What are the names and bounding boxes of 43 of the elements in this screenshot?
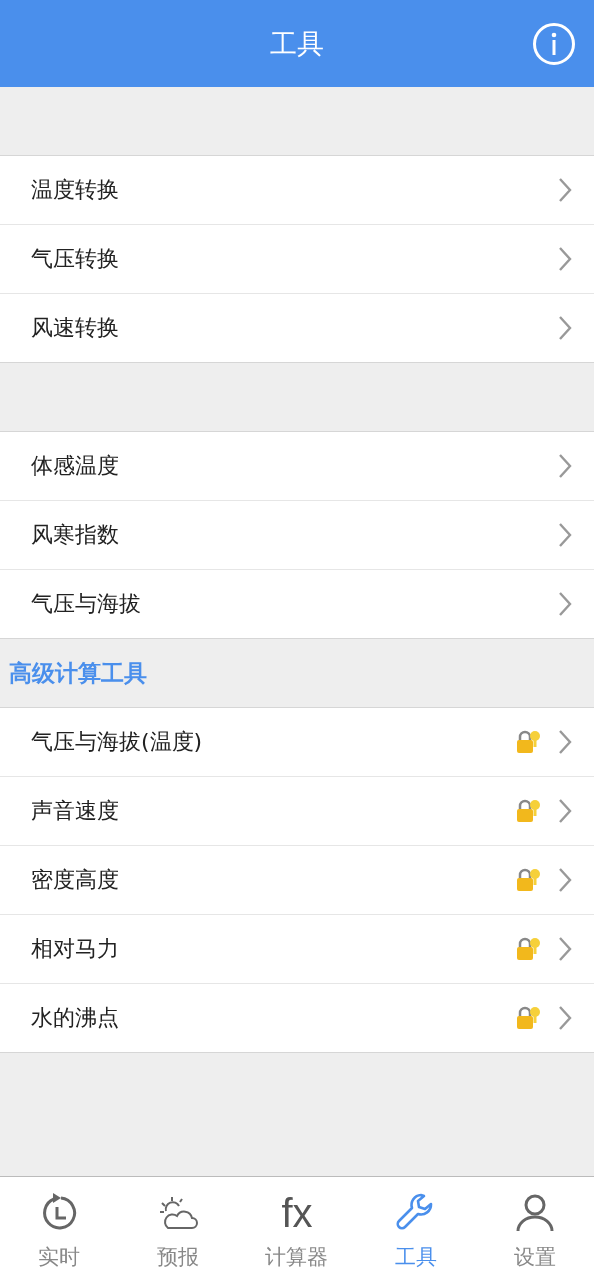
tool-row[interactable]: 风寒指数 bbox=[0, 500, 594, 569]
chevron-right-icon bbox=[558, 177, 572, 203]
chevron-right-icon bbox=[558, 936, 572, 962]
chevron-right-icon bbox=[558, 453, 572, 479]
tool-label: 声音速度 bbox=[31, 797, 120, 825]
fx-icon: fx bbox=[281, 1191, 313, 1235]
tool-label: 风速转换 bbox=[31, 314, 120, 342]
tool-row[interactable]: 气压与海拔 bbox=[0, 569, 594, 638]
tool-row[interactable]: 声音速度 bbox=[0, 776, 594, 845]
tool-label: 密度高度 bbox=[31, 866, 120, 894]
tab[interactable]: fx 计算器 bbox=[237, 1177, 357, 1280]
chevron-right-icon bbox=[558, 591, 572, 617]
page-title: 工具 bbox=[270, 26, 324, 61]
chevron-right-icon bbox=[558, 315, 572, 341]
chevron-right-icon bbox=[558, 246, 572, 272]
chevron-right-icon bbox=[558, 867, 572, 893]
sun-cloud-icon bbox=[158, 1195, 199, 1231]
section-heading: 高级计算工具 bbox=[8, 658, 148, 688]
tool-row[interactable]: 风速转换 bbox=[0, 293, 594, 362]
tab[interactable]: 设置 bbox=[475, 1177, 594, 1280]
tool-label: 气压与海拔 bbox=[31, 590, 142, 618]
tool-label: 气压转换 bbox=[31, 245, 120, 273]
chevron-right-icon bbox=[558, 729, 572, 755]
tool-row[interactable]: 温度转换 bbox=[0, 156, 594, 224]
tool-row[interactable]: 密度高度 bbox=[0, 845, 594, 914]
tool-row[interactable]: 相对马力 bbox=[0, 914, 594, 983]
person-icon bbox=[514, 1193, 555, 1233]
tool-label: 体感温度 bbox=[31, 452, 120, 480]
tool-label: 风寒指数 bbox=[31, 521, 120, 549]
chevron-right-icon bbox=[558, 798, 572, 824]
chevron-right-icon bbox=[558, 1005, 572, 1031]
tool-row[interactable]: 水的沸点 bbox=[0, 983, 594, 1052]
tool-row[interactable]: 体感温度 bbox=[0, 432, 594, 500]
info-button[interactable] bbox=[532, 22, 576, 66]
tool-row[interactable]: 气压与海拔(温度) bbox=[0, 708, 594, 776]
tool-label: 相对马力 bbox=[31, 935, 120, 963]
tool-label: 水的沸点 bbox=[31, 1004, 120, 1032]
tab[interactable]: 实时 bbox=[0, 1177, 119, 1280]
tab[interactable]: 预报 bbox=[118, 1177, 238, 1280]
tool-row[interactable]: 气压转换 bbox=[0, 224, 594, 293]
chevron-right-icon bbox=[558, 522, 572, 548]
tool-label: 气压与海拔(温度) bbox=[31, 728, 204, 756]
tool-label: 温度转换 bbox=[31, 176, 120, 204]
